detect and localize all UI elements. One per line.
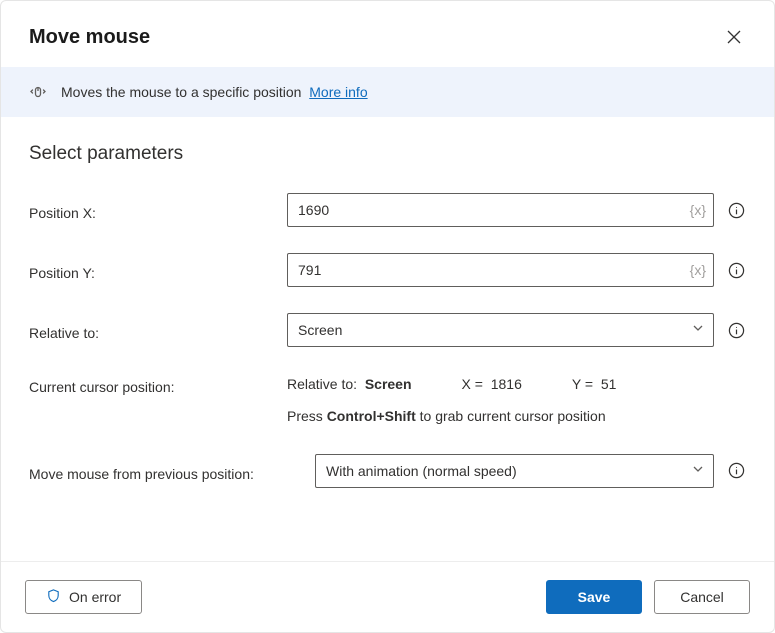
position-y-input[interactable] <box>287 253 714 287</box>
on-error-button[interactable]: On error <box>25 580 142 614</box>
parameters-section: Select parameters Position X: {x} Positi… <box>1 117 774 561</box>
relative-to-select[interactable] <box>287 313 714 347</box>
info-icon[interactable] <box>726 260 746 280</box>
cancel-button[interactable]: Cancel <box>654 580 750 614</box>
current-cursor-row: Current cursor position: Relative to: Sc… <box>29 373 746 428</box>
shield-icon <box>46 588 61 606</box>
dialog-footer: On error Save Cancel <box>1 561 774 632</box>
banner-desc: Moves the mouse to a specific position <box>61 84 301 100</box>
cursor-y-value: 51 <box>601 376 617 392</box>
position-x-row: Position X: {x} <box>29 193 746 227</box>
banner-text: Moves the mouse to a specific position M… <box>61 84 368 100</box>
info-icon[interactable] <box>726 461 746 481</box>
move-mouse-dialog: Move mouse Moves the mouse to a specific… <box>0 0 775 633</box>
cursor-y-label: Y = <box>572 376 593 392</box>
title-bar: Move mouse <box>1 1 774 67</box>
info-icon[interactable] <box>726 320 746 340</box>
relative-to-label: Relative to: <box>29 319 287 341</box>
position-y-label: Position Y: <box>29 259 287 281</box>
save-button[interactable]: Save <box>546 580 642 614</box>
variable-picker-icon[interactable]: {x} <box>690 202 706 218</box>
move-mode-row: Move mouse from previous position: <box>29 454 746 488</box>
cursor-relative-label: Relative to: <box>287 376 357 392</box>
current-cursor-info: Relative to: Screen X = 1816 Y = 51 Pres… <box>287 373 616 428</box>
position-x-input[interactable] <box>287 193 714 227</box>
position-y-row: Position Y: {x} <box>29 253 746 287</box>
move-mouse-icon <box>29 83 47 101</box>
close-button[interactable] <box>718 21 750 53</box>
on-error-label: On error <box>69 589 121 605</box>
move-mode-label: Move mouse from previous position: <box>29 460 315 482</box>
dialog-title: Move mouse <box>29 26 150 49</box>
cursor-x-label: X = <box>462 376 483 392</box>
close-icon <box>727 30 741 44</box>
relative-to-row: Relative to: <box>29 313 746 347</box>
section-heading: Select parameters <box>29 143 746 165</box>
variable-picker-icon[interactable]: {x} <box>690 262 706 278</box>
cursor-relative-value: Screen <box>365 376 412 392</box>
position-x-label: Position X: <box>29 199 287 221</box>
cursor-x-value: 1816 <box>491 376 522 392</box>
more-info-link[interactable]: More info <box>309 84 367 100</box>
info-banner: Moves the mouse to a specific position M… <box>1 67 774 117</box>
cursor-hint: Press Control+Shift to grab current curs… <box>287 405 616 427</box>
info-icon[interactable] <box>726 200 746 220</box>
current-cursor-label: Current cursor position: <box>29 373 287 395</box>
move-mode-select[interactable] <box>315 454 714 488</box>
